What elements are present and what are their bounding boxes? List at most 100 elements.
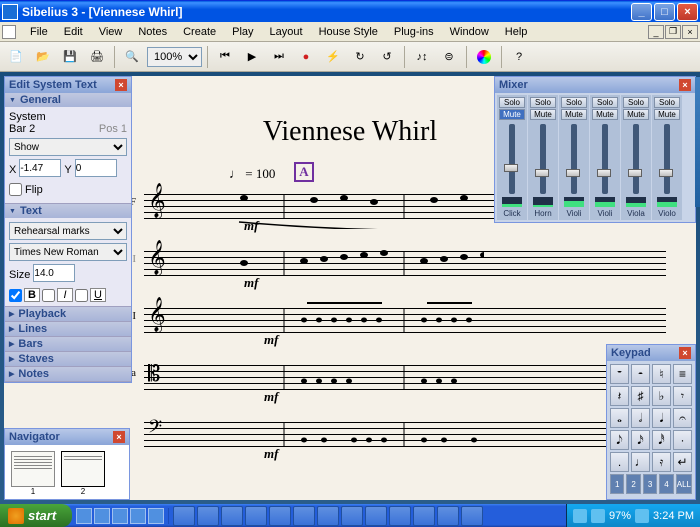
fader-track[interactable]	[540, 124, 546, 194]
italic-checkbox[interactable]	[42, 289, 55, 302]
mute-button[interactable]: Mute	[530, 109, 556, 120]
open-file-button[interactable]: 📂	[31, 45, 55, 69]
solo-button[interactable]: Solo	[499, 97, 525, 108]
start-button[interactable]: start	[0, 504, 72, 527]
solo-button[interactable]: Solo	[592, 97, 618, 108]
mute-button[interactable]: Mute	[499, 109, 525, 120]
play-button[interactable]: ▶	[240, 45, 264, 69]
tray-icon[interactable]	[635, 509, 649, 523]
keypad-panel[interactable]: Keypad × 𝄻𝄼♮≡𝄽♯♭𝄾𝅝𝅗𝅥𝅘𝅥𝄐𝅘𝅥𝅮𝅘𝅥𝅯𝅘𝅥𝅰·.♩𝄿↵123…	[606, 344, 696, 500]
transpose-button[interactable]: ♪↕	[410, 45, 434, 69]
taskbar-item[interactable]	[245, 506, 267, 526]
keypad-button[interactable]: 𝅘𝅥	[652, 408, 671, 428]
tray-icon[interactable]	[591, 509, 605, 523]
taskbar-item[interactable]	[221, 506, 243, 526]
keypad-tab[interactable]: 3	[643, 474, 657, 494]
keypad-button[interactable]: 𝄼	[631, 364, 650, 384]
section-header[interactable]: Text	[5, 204, 131, 218]
panel-close-button[interactable]: ×	[113, 431, 125, 443]
keypad-button[interactable]: ≡	[673, 364, 692, 384]
text-style-select[interactable]: Rehearsal marks	[9, 222, 127, 240]
keypad-button[interactable]: ♮	[652, 364, 671, 384]
taskbar-item[interactable]	[317, 506, 339, 526]
keypad-button[interactable]: 𝄽	[610, 386, 629, 406]
quick-launch-item[interactable]	[94, 508, 110, 524]
fader-thumb[interactable]	[504, 164, 518, 172]
menu-create[interactable]: Create	[175, 24, 224, 40]
quick-launch-item[interactable]	[76, 508, 92, 524]
section-header[interactable]: Playback	[5, 307, 131, 321]
section-header[interactable]: Lines	[5, 322, 131, 336]
fader-thumb[interactable]	[566, 169, 580, 177]
menu-window[interactable]: Window	[442, 24, 497, 40]
size-input[interactable]	[33, 264, 75, 282]
section-header[interactable]: Notes	[5, 367, 131, 381]
taskbar-item[interactable]	[341, 506, 363, 526]
panel-title-bar[interactable]: Navigator ×	[5, 429, 129, 445]
navigator-page[interactable]: 1	[11, 451, 55, 487]
mute-button[interactable]: Mute	[561, 109, 587, 120]
keypad-button[interactable]: 𝄐	[673, 408, 692, 428]
live-playback-button[interactable]: ↻	[348, 45, 372, 69]
fader-thumb[interactable]	[628, 169, 642, 177]
fader-thumb[interactable]	[597, 169, 611, 177]
fader-track[interactable]	[509, 124, 515, 194]
taskbar-item[interactable]	[413, 506, 435, 526]
new-file-button[interactable]: 📄	[4, 45, 28, 69]
menu-view[interactable]: View	[91, 24, 131, 40]
taskbar-item[interactable]	[461, 506, 483, 526]
navigator-page[interactable]: 2	[61, 451, 105, 487]
panel-close-button[interactable]: ×	[115, 79, 127, 91]
minimize-button[interactable]: _	[631, 3, 652, 21]
fader-track[interactable]	[664, 124, 670, 194]
mute-button[interactable]: Mute	[623, 109, 649, 120]
menu-notes[interactable]: Notes	[130, 24, 175, 40]
keypad-button[interactable]: ♭	[652, 386, 671, 406]
staff-viola[interactable]: Viola 𝄡 mf	[144, 355, 666, 400]
staff-violin-1[interactable]: I 𝄞 mf	[144, 241, 666, 286]
underline-checkbox[interactable]	[75, 289, 88, 302]
close-button[interactable]: ×	[677, 3, 698, 21]
menu-play[interactable]: Play	[224, 24, 261, 40]
record-button[interactable]: ●	[294, 45, 318, 69]
keypad-tab[interactable]: 1	[610, 474, 624, 494]
doc-minimize-button[interactable]: _	[648, 25, 664, 39]
y-input[interactable]	[75, 159, 117, 177]
menu-edit[interactable]: Edit	[56, 24, 91, 40]
repeat-button[interactable]: ↺	[375, 45, 399, 69]
keypad-button[interactable]: 𝅘𝅥𝅰	[652, 430, 671, 450]
fast-forward-button[interactable]: ⏭	[267, 45, 291, 69]
menu-help[interactable]: Help	[497, 24, 536, 40]
panel-title-bar[interactable]: Edit System Text ×	[5, 77, 131, 93]
font-select[interactable]: Times New Roman	[9, 243, 127, 261]
solo-button[interactable]: Solo	[654, 97, 680, 108]
keypad-tab[interactable]: 2	[626, 474, 640, 494]
taskbar-item[interactable]	[389, 506, 411, 526]
rewind-button[interactable]: ⏮	[213, 45, 237, 69]
keypad-tab[interactable]: ALL	[676, 474, 692, 494]
keypad-button[interactable]: ♩	[631, 452, 650, 472]
fader-thumb[interactable]	[535, 169, 549, 177]
taskbar-item[interactable]	[197, 506, 219, 526]
section-header[interactable]: Bars	[5, 337, 131, 351]
edit-system-text-panel[interactable]: Edit System Text × General System Bar 2 …	[4, 76, 132, 383]
quick-launch-item[interactable]	[112, 508, 128, 524]
flexi-time-button[interactable]: ⚡	[321, 45, 345, 69]
fader-track[interactable]	[571, 124, 577, 194]
quick-launch-item[interactable]	[130, 508, 146, 524]
rehearsal-mark[interactable]: A	[294, 162, 314, 182]
keypad-button[interactable]: 𝄻	[610, 364, 629, 384]
fader-track[interactable]	[602, 124, 608, 194]
menu-plugins[interactable]: Plug-ins	[386, 24, 442, 40]
menu-file[interactable]: File	[22, 24, 56, 40]
doc-close-button[interactable]: ×	[682, 25, 698, 39]
navigator-panel[interactable]: Navigator × 1 2	[4, 428, 130, 500]
panel-title-bar[interactable]: Keypad ×	[607, 345, 695, 361]
fader-track[interactable]	[633, 124, 639, 194]
keypad-button[interactable]: 𝅗𝅥	[631, 408, 650, 428]
help-button[interactable]: ?	[507, 45, 531, 69]
taskbar-item[interactable]	[437, 506, 459, 526]
section-header[interactable]: Staves	[5, 352, 131, 366]
show-select[interactable]: Show	[9, 138, 127, 156]
toggle-button[interactable]: ⊜	[437, 45, 461, 69]
